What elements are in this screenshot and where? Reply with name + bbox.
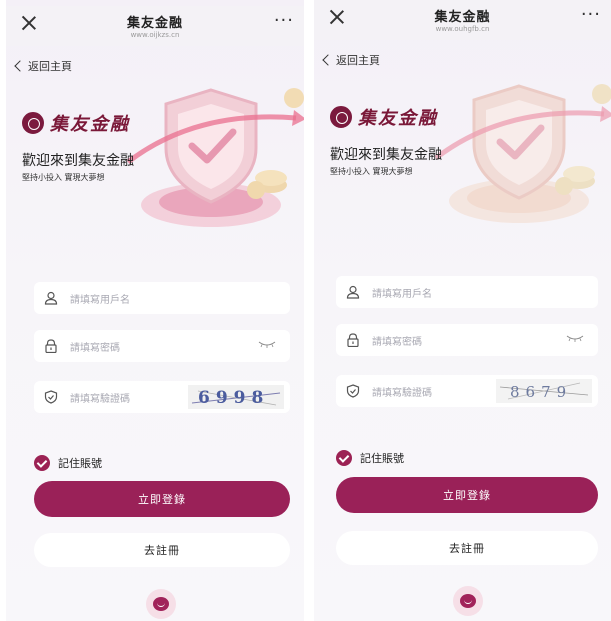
username-field[interactable]: 請填寫用戶名 — [34, 282, 290, 314]
brand-mark-icon — [22, 112, 44, 134]
chat-bubble-icon — [153, 597, 169, 611]
login-screen-left: 集友金融 www.oijkzs.cn ··· 返回主頁 集友金融 歡迎來到集友金… — [6, 0, 304, 621]
chat-bubble-icon — [460, 594, 476, 608]
lock-icon — [45, 339, 57, 353]
username-placeholder: 請填寫用戶名 — [372, 288, 432, 300]
brand-name: 集友金融 — [50, 114, 130, 135]
password-placeholder: 請填寫密碼 — [372, 336, 422, 348]
captcha-field[interactable]: 請填寫驗證碼 6998 — [34, 381, 290, 413]
page-title: 集友金融 — [126, 16, 183, 31]
remember-account-checkbox[interactable]: 記住賬號 — [336, 450, 404, 466]
captcha-image[interactable]: 6998 — [188, 385, 284, 409]
captcha-placeholder: 請填寫驗證碼 — [70, 393, 130, 405]
brand-name: 集友金融 — [358, 108, 438, 129]
login-screen-right: 集友金融 www.ouhgfb.cn ··· 返回主頁 集友金融 歡迎來到集友金… — [314, 0, 611, 621]
shield-hero-illustration — [126, 88, 304, 227]
remember-account-checkbox[interactable]: 記住賬號 — [34, 455, 102, 471]
back-label: 返回主頁 — [28, 60, 72, 73]
page-url: www.ouhgfb.cn — [435, 25, 490, 33]
back-to-home-link[interactable]: 返回主頁 — [322, 52, 380, 68]
brand-logo: 集友金融 — [22, 110, 130, 136]
title-bar: 集友金融 www.ouhgfb.cn ··· — [314, 0, 611, 40]
login-button[interactable]: 立即登錄 — [336, 477, 598, 513]
chat-icon[interactable] — [146, 589, 176, 619]
remember-label: 記住賬號 — [58, 457, 102, 470]
more-icon[interactable]: ··· — [581, 4, 601, 25]
more-icon[interactable]: ··· — [274, 10, 294, 31]
chat-icon[interactable] — [453, 586, 483, 616]
captcha-placeholder: 請填寫驗證碼 — [372, 387, 432, 399]
welcome-heading: 歡迎來到集友金融 — [22, 153, 134, 169]
user-icon — [346, 285, 360, 299]
brand-mark-icon — [330, 106, 352, 128]
back-label: 返回主頁 — [336, 54, 380, 67]
password-field[interactable]: 請填寫密碼 — [34, 330, 290, 362]
shield-check-icon — [44, 390, 58, 404]
slogan-text: 堅持小投入 實現大夢想 — [330, 167, 413, 176]
captcha-code: 6998 — [198, 388, 269, 408]
lock-icon — [347, 333, 359, 347]
user-icon — [44, 291, 58, 305]
page-url: www.oijkzs.cn — [130, 31, 180, 39]
checkbox-checked-icon — [34, 455, 50, 471]
captcha-code: 8679 — [510, 383, 572, 401]
welcome-heading: 歡迎來到集友金融 — [330, 147, 442, 163]
back-to-home-link[interactable]: 返回主頁 — [14, 58, 72, 74]
password-placeholder: 請填寫密碼 — [70, 342, 120, 354]
login-button[interactable]: 立即登錄 — [34, 481, 290, 517]
captcha-image[interactable]: 8679 — [496, 379, 592, 403]
password-field[interactable]: 請填寫密碼 — [336, 324, 598, 356]
slogan-text: 堅持小投入 實現大夢想 — [22, 173, 105, 182]
shield-check-icon — [346, 384, 360, 398]
register-button[interactable]: 去註冊 — [336, 531, 598, 565]
eye-closed-icon[interactable] — [258, 341, 276, 349]
register-button[interactable]: 去註冊 — [34, 533, 290, 567]
checkbox-checked-icon — [336, 450, 352, 466]
captcha-field[interactable]: 請填寫驗證碼 8679 — [336, 375, 598, 407]
back-chevron-icon — [14, 60, 26, 72]
username-placeholder: 請填寫用戶名 — [70, 294, 130, 306]
brand-logo: 集友金融 — [330, 104, 438, 130]
shield-hero-illustration — [434, 84, 611, 223]
eye-closed-icon[interactable] — [566, 335, 584, 343]
screenshot-collage: 集友金融 www.oijkzs.cn ··· 返回主頁 集友金融 歡迎來到集友金… — [0, 0, 611, 621]
page-title: 集友金融 — [434, 10, 491, 25]
back-chevron-icon — [322, 54, 334, 66]
title-bar: 集友金融 www.oijkzs.cn ··· — [6, 6, 304, 46]
username-field[interactable]: 請填寫用戶名 — [336, 276, 598, 308]
remember-label: 記住賬號 — [360, 452, 404, 465]
